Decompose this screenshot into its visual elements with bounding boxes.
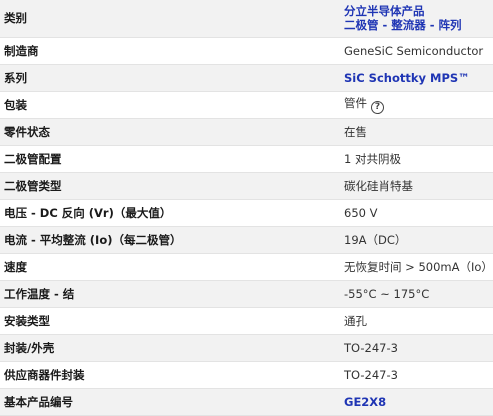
attribute-value: 在售 bbox=[340, 118, 493, 146]
attribute-label: 封装/外壳 bbox=[0, 334, 340, 362]
table-row: 类别 分立半导体产品 二极管 - 整流器 - 阵列 bbox=[0, 0, 493, 38]
table-row: 速度 无恢复时间 > 500mA（Io） bbox=[0, 253, 493, 281]
attribute-value: 通孔 bbox=[340, 307, 493, 335]
help-circle-icon[interactable]: ? bbox=[371, 100, 384, 114]
table-row: 供应商器件封装 TO-247-3 bbox=[0, 361, 493, 389]
category-link[interactable]: 分立半导体产品 bbox=[344, 4, 489, 18]
attribute-value: GeneSiC Semiconductor bbox=[340, 37, 493, 65]
attribute-value: TO-247-3 bbox=[340, 334, 493, 362]
series-link[interactable]: SiC Schottky MPS™ bbox=[344, 71, 470, 85]
attribute-value: GE2X8 bbox=[340, 388, 493, 416]
attribute-value: 1 对共阴极 bbox=[340, 145, 493, 173]
table-row: 二极管配置 1 对共阴极 bbox=[0, 145, 493, 173]
attribute-label: 类别 bbox=[0, 0, 340, 38]
attribute-label: 制造商 bbox=[0, 37, 340, 65]
packaging-value: 管件 bbox=[344, 95, 367, 110]
attribute-label: 基本产品编号 bbox=[0, 388, 340, 416]
attribute-label: 工作温度 - 结 bbox=[0, 280, 340, 308]
attribute-label: 零件状态 bbox=[0, 118, 340, 146]
attribute-value: 650 V bbox=[340, 199, 493, 227]
table-row: 零件状态 在售 bbox=[0, 118, 493, 146]
attribute-value: SiC Schottky MPS™ bbox=[340, 64, 493, 92]
attribute-label: 供应商器件封装 bbox=[0, 361, 340, 389]
subcategory-link[interactable]: 二极管 - 整流器 - 阵列 bbox=[344, 18, 489, 32]
table-row: 工作温度 - 结 -55°C ~ 175°C bbox=[0, 280, 493, 308]
table-row: 包装 管件? bbox=[0, 91, 493, 119]
attribute-value: 分立半导体产品 二极管 - 整流器 - 阵列 bbox=[340, 0, 493, 38]
attribute-label: 系列 bbox=[0, 64, 340, 92]
attribute-value: 无恢复时间 > 500mA（Io） bbox=[340, 253, 493, 281]
table-row: 制造商 GeneSiC Semiconductor bbox=[0, 37, 493, 65]
table-row: 系列 SiC Schottky MPS™ bbox=[0, 64, 493, 92]
attribute-value: 管件? bbox=[340, 91, 493, 119]
attribute-label: 二极管类型 bbox=[0, 172, 340, 200]
attribute-value: 19A（DC） bbox=[340, 226, 493, 254]
attribute-value: -55°C ~ 175°C bbox=[340, 280, 493, 308]
product-attributes-table: 类别 分立半导体产品 二极管 - 整流器 - 阵列 制造商 GeneSiC Se… bbox=[0, 0, 493, 416]
table-row: 电压 - DC 反向 (Vr)（最大值） 650 V bbox=[0, 199, 493, 227]
table-row: 安装类型 通孔 bbox=[0, 307, 493, 335]
base-product-link[interactable]: GE2X8 bbox=[344, 395, 386, 409]
attribute-label: 电压 - DC 反向 (Vr)（最大值） bbox=[0, 199, 340, 227]
attribute-label: 电流 - 平均整流 (Io)（每二极管） bbox=[0, 226, 340, 254]
table-row: 电流 - 平均整流 (Io)（每二极管） 19A（DC） bbox=[0, 226, 493, 254]
table-row: 二极管类型 碳化硅肖特基 bbox=[0, 172, 493, 200]
attribute-value: TO-247-3 bbox=[340, 361, 493, 389]
attribute-label: 二极管配置 bbox=[0, 145, 340, 173]
attribute-label: 安装类型 bbox=[0, 307, 340, 335]
attribute-value: 碳化硅肖特基 bbox=[340, 172, 493, 200]
attribute-label: 速度 bbox=[0, 253, 340, 281]
attribute-label: 包装 bbox=[0, 91, 340, 119]
table-row: 封装/外壳 TO-247-3 bbox=[0, 334, 493, 362]
table-row: 基本产品编号 GE2X8 bbox=[0, 388, 493, 416]
